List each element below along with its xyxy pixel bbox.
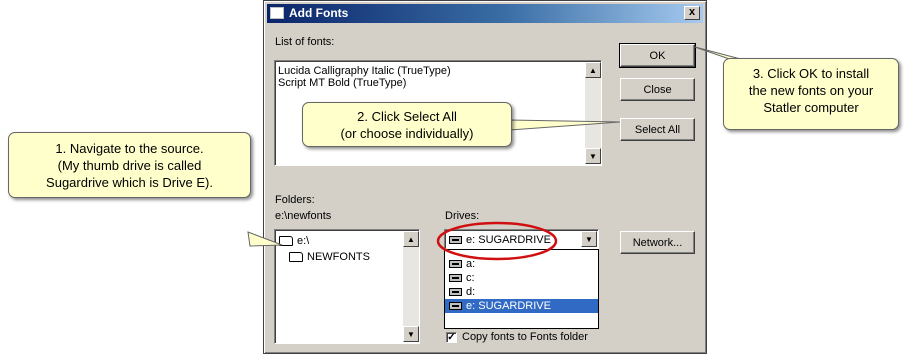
callout-step1-line3: Sugardrive which is Drive E). <box>46 175 213 190</box>
callout-step1-line2: (My thumb drive is called <box>57 158 202 173</box>
callout-step3-line2: the new fonts on your <box>748 83 874 98</box>
callout-step2-line2: (or choose individually) <box>340 126 474 141</box>
callout-step3-line3: Statler computer <box>763 100 859 115</box>
callout-step1: 1. Navigate to the source. (My thumb dri… <box>8 132 251 198</box>
callout-step2-line1: 2. Click Select All <box>357 109 457 124</box>
callout-step1-line1: 1. Navigate to the source. <box>55 141 204 156</box>
callout-step3-line1: 3. Click OK to install <box>752 66 870 81</box>
callout-step2: 2. Click Select All (or choose individua… <box>302 102 512 147</box>
callout-step3: 3. Click OK to install the new fonts on … <box>723 58 899 130</box>
